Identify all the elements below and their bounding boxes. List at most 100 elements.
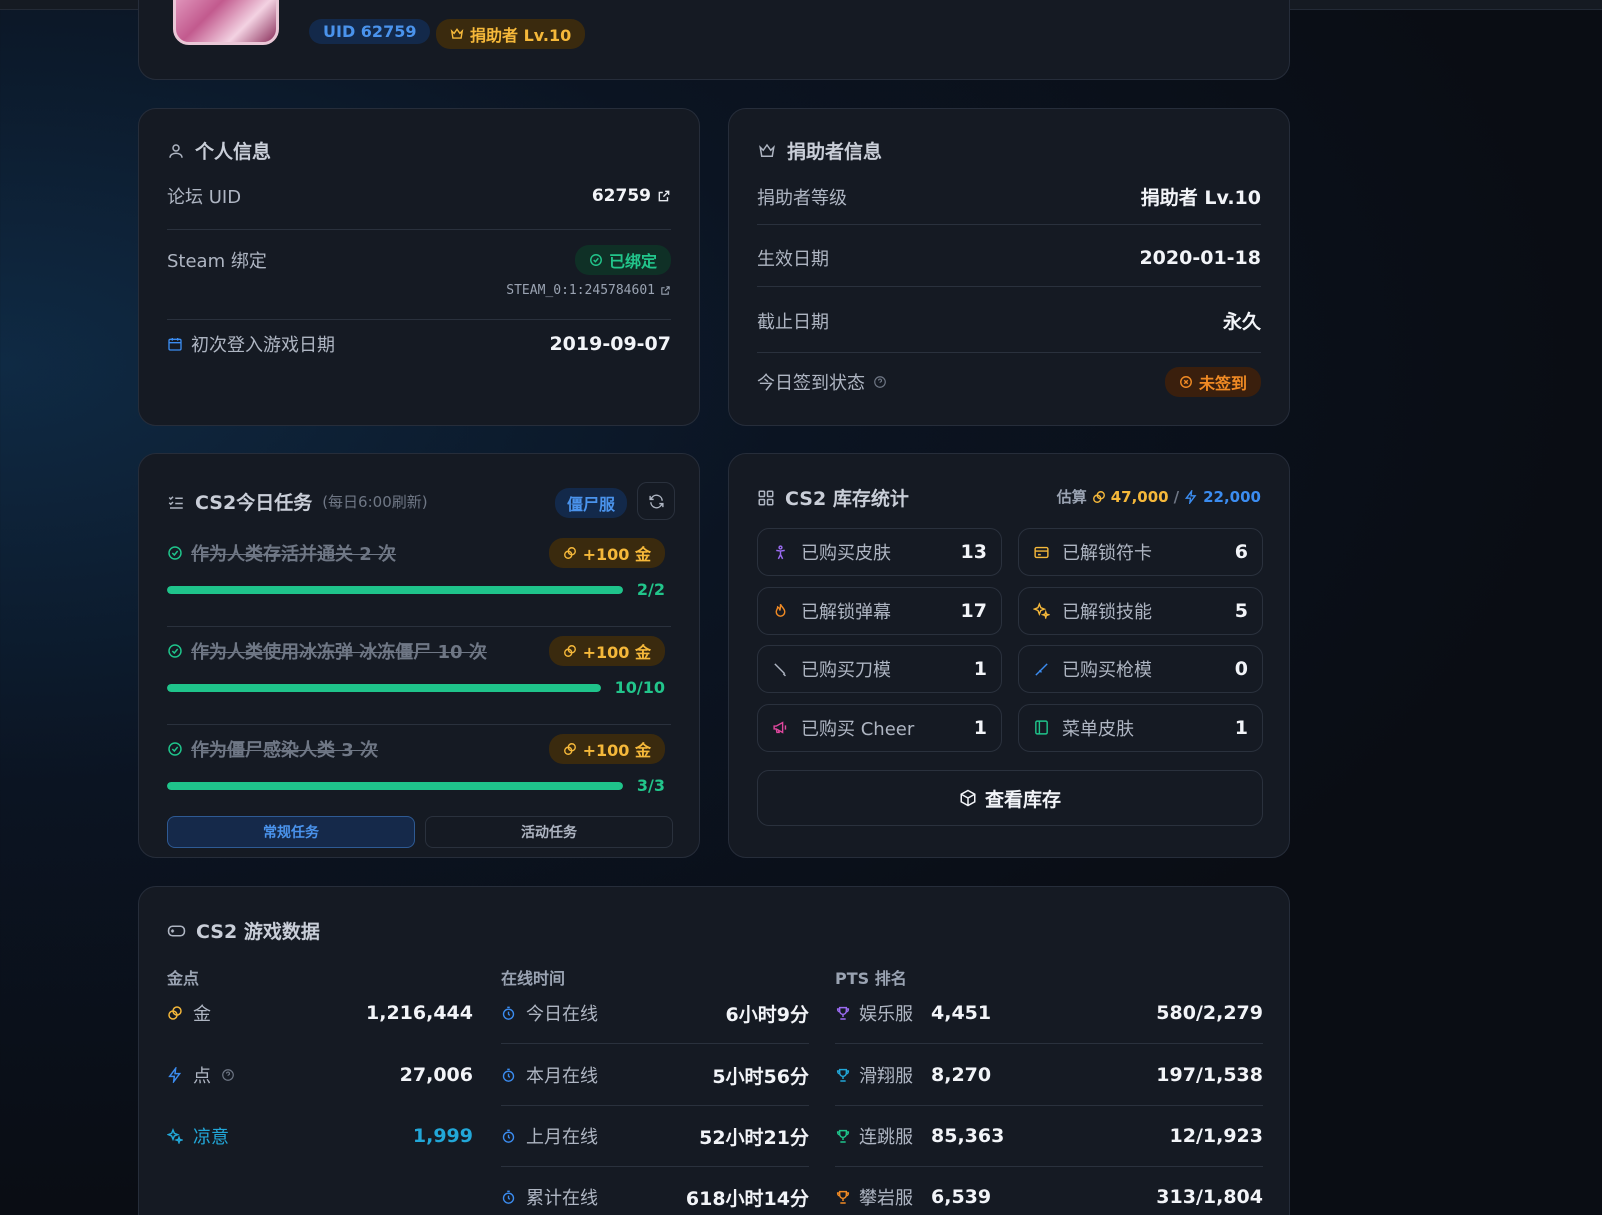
currency-label-wrap: 凉意: [167, 1123, 229, 1149]
task-progress-track: [167, 585, 623, 594]
steam-row: Steam 绑定 已绑定: [167, 245, 671, 275]
task-item: 作为人类存活并通关 2 次 +100 金 2/2: [167, 538, 665, 599]
end-date-row: 截止日期 永久: [757, 307, 1261, 334]
daily-tasks-title: CS2今日任务 (每日6:00刷新): [167, 488, 428, 515]
inventory-tile[interactable]: 已购买皮肤 13: [757, 528, 1002, 576]
inventory-tile-label: 已购买刀模: [801, 660, 891, 681]
tab-event-tasks[interactable]: 活动任务: [425, 816, 673, 848]
task-reward-badge: +100 金: [548, 636, 665, 666]
currency-value: 1,999: [412, 1125, 473, 1147]
currency-item: 点 27,006: [167, 1061, 473, 1089]
online-value: 6小时9分: [725, 1003, 809, 1026]
inventory-card: CS2 库存统计 估算 47,000 / 22,000 已购买皮肤 13 已解锁符卡…: [728, 453, 1290, 858]
task-header: 作为人类使用冰冻弹 冰冻僵尸 10 次 +100 金: [167, 636, 665, 666]
checkin-label-wrap: 今日签到状态: [757, 369, 887, 395]
lightning-icon: [1185, 489, 1197, 504]
snowflake-icon: [167, 1128, 183, 1144]
checkin-status: 未签到: [1198, 374, 1247, 393]
estimate-gold: 47,000: [1110, 487, 1169, 506]
pts-rank: 580/2,279: [1156, 1002, 1263, 1024]
pts-server: 娱乐服: [859, 1004, 913, 1025]
donor-info-title-text: 捐助者信息: [787, 141, 883, 163]
daily-tasks-title-text: CS2今日任务: [195, 492, 313, 514]
personal-info-card: 个人信息 论坛 UID 62759 Steam 绑定 已绑定 STEAM_0:1…: [138, 108, 700, 426]
pts-label-wrap: 娱乐服 4,451: [835, 1000, 991, 1026]
help-circle-icon[interactable]: [873, 375, 887, 389]
task-reward-badge: +100 金: [548, 734, 665, 764]
currency-value: 1,216,444: [366, 1002, 473, 1024]
donor-info-title: 捐助者信息: [757, 137, 882, 164]
task-name-wrap: 作为僵尸感染人类 3 次: [167, 736, 378, 762]
view-inventory-button[interactable]: 查看库存: [757, 770, 1263, 826]
inventory-tile[interactable]: 已购买刀模 1: [757, 645, 1002, 693]
view-inventory-label: 查看库存: [984, 788, 1061, 811]
checkin-status-badge[interactable]: 未签到: [1164, 367, 1261, 397]
estimate-separator: /: [1173, 487, 1180, 506]
grid-icon: [758, 490, 774, 505]
inventory-tile-value: 5: [1234, 599, 1248, 622]
estimate-label: 估算: [1056, 488, 1087, 506]
online-label-wrap: 上月在线: [501, 1123, 598, 1149]
divider: [501, 1043, 809, 1044]
avatar[interactable]: [173, 0, 279, 45]
online-label-wrap: 累计在线: [501, 1184, 598, 1210]
timer-icon: [502, 1068, 515, 1082]
game-data-card: CS2 游戏数据 金点 在线时间 PTS 排名 金 1,216,444 点 27,00…: [138, 886, 1290, 1215]
task-name-wrap: 作为人类使用冰冻弹 冰冻僵尸 10 次: [167, 638, 487, 664]
inventory-tile[interactable]: 菜单皮肤 1: [1018, 703, 1263, 752]
inventory-tile[interactable]: 已解锁弹幕 17: [757, 586, 1002, 635]
task-progress-fill: [167, 585, 623, 594]
currency-label: 金: [193, 1004, 211, 1025]
online-label-wrap: 本月在线: [501, 1062, 598, 1088]
inventory-tile-value: 17: [960, 599, 987, 622]
knife-icon: [774, 662, 786, 676]
crown-icon: [759, 143, 775, 157]
online-label: 上月在线: [526, 1127, 598, 1148]
divider: [757, 286, 1261, 287]
tab-regular-tasks[interactable]: 常规任务: [167, 816, 415, 848]
help-circle-icon[interactable]: [221, 1068, 235, 1082]
donor-badge-label: 捐助者 Lv.10: [470, 26, 572, 45]
task-item: 作为僵尸感染人类 3 次 +100 金 3/3: [167, 734, 665, 795]
forum-uid-link[interactable]: 62759: [592, 186, 671, 206]
package-icon: [960, 789, 976, 807]
forum-uid-label: 论坛 UID: [167, 187, 242, 208]
trophy-icon: [836, 1190, 850, 1204]
inventory-tile-value: 1: [973, 716, 987, 739]
inventory-tile[interactable]: 已购买枪模 0: [1018, 645, 1263, 693]
task-progress: 3/3: [167, 776, 665, 795]
game-data-title: CS2 游戏数据: [167, 917, 320, 944]
personal-info-title-text: 个人信息: [195, 141, 272, 163]
inventory-tile-label: 已解锁技能: [1062, 601, 1152, 623]
refresh-button[interactable]: [637, 482, 675, 520]
sparkles-icon: [1033, 602, 1050, 619]
divider: [167, 626, 671, 627]
forum-uid-row: 论坛 UID 62759: [167, 183, 671, 209]
inventory-title: CS2 库存统计: [757, 484, 909, 511]
estimate-points: 22,000: [1203, 487, 1261, 506]
online-time-item: 上月在线 52小时21分: [501, 1122, 809, 1150]
inventory-tile[interactable]: 已解锁技能 5: [1018, 586, 1263, 635]
flame-icon: [775, 603, 786, 617]
pts-rank-item: 滑翔服 8,270 197/1,538: [835, 1061, 1263, 1089]
trophy-icon: [836, 1006, 850, 1020]
task-progress: 2/2: [167, 580, 665, 599]
inventory-tile-label: 已购买枪模: [1062, 660, 1152, 681]
task-header: 作为僵尸感染人类 3 次 +100 金: [167, 734, 665, 764]
inventory-tile-label: 已购买皮肤: [801, 543, 891, 564]
divider: [167, 724, 671, 725]
inventory-tile[interactable]: 已购买 Cheer 1: [757, 703, 1002, 752]
inventory-tile[interactable]: 已解锁符卡 6: [1018, 528, 1263, 576]
steam-id-link[interactable]: STEAM_0:1:245784601: [506, 283, 671, 298]
check-circle-icon: [168, 546, 182, 560]
task-item: 作为人类使用冰冻弹 冰冻僵尸 10 次 +100 金 10/10: [167, 636, 665, 697]
start-date-value: 2020-01-18: [1139, 247, 1261, 269]
task-progress-track: [167, 683, 601, 692]
daily-tasks-subtitle: (每日6:00刷新): [322, 493, 428, 511]
tab-regular-label: 常规任务: [263, 825, 319, 841]
task-progress-fill: [167, 683, 601, 692]
divider: [835, 1043, 1263, 1044]
refresh-icon: [648, 494, 664, 508]
task-progress-text: 10/10: [614, 678, 665, 697]
server-badge[interactable]: 僵尸服: [555, 488, 628, 518]
